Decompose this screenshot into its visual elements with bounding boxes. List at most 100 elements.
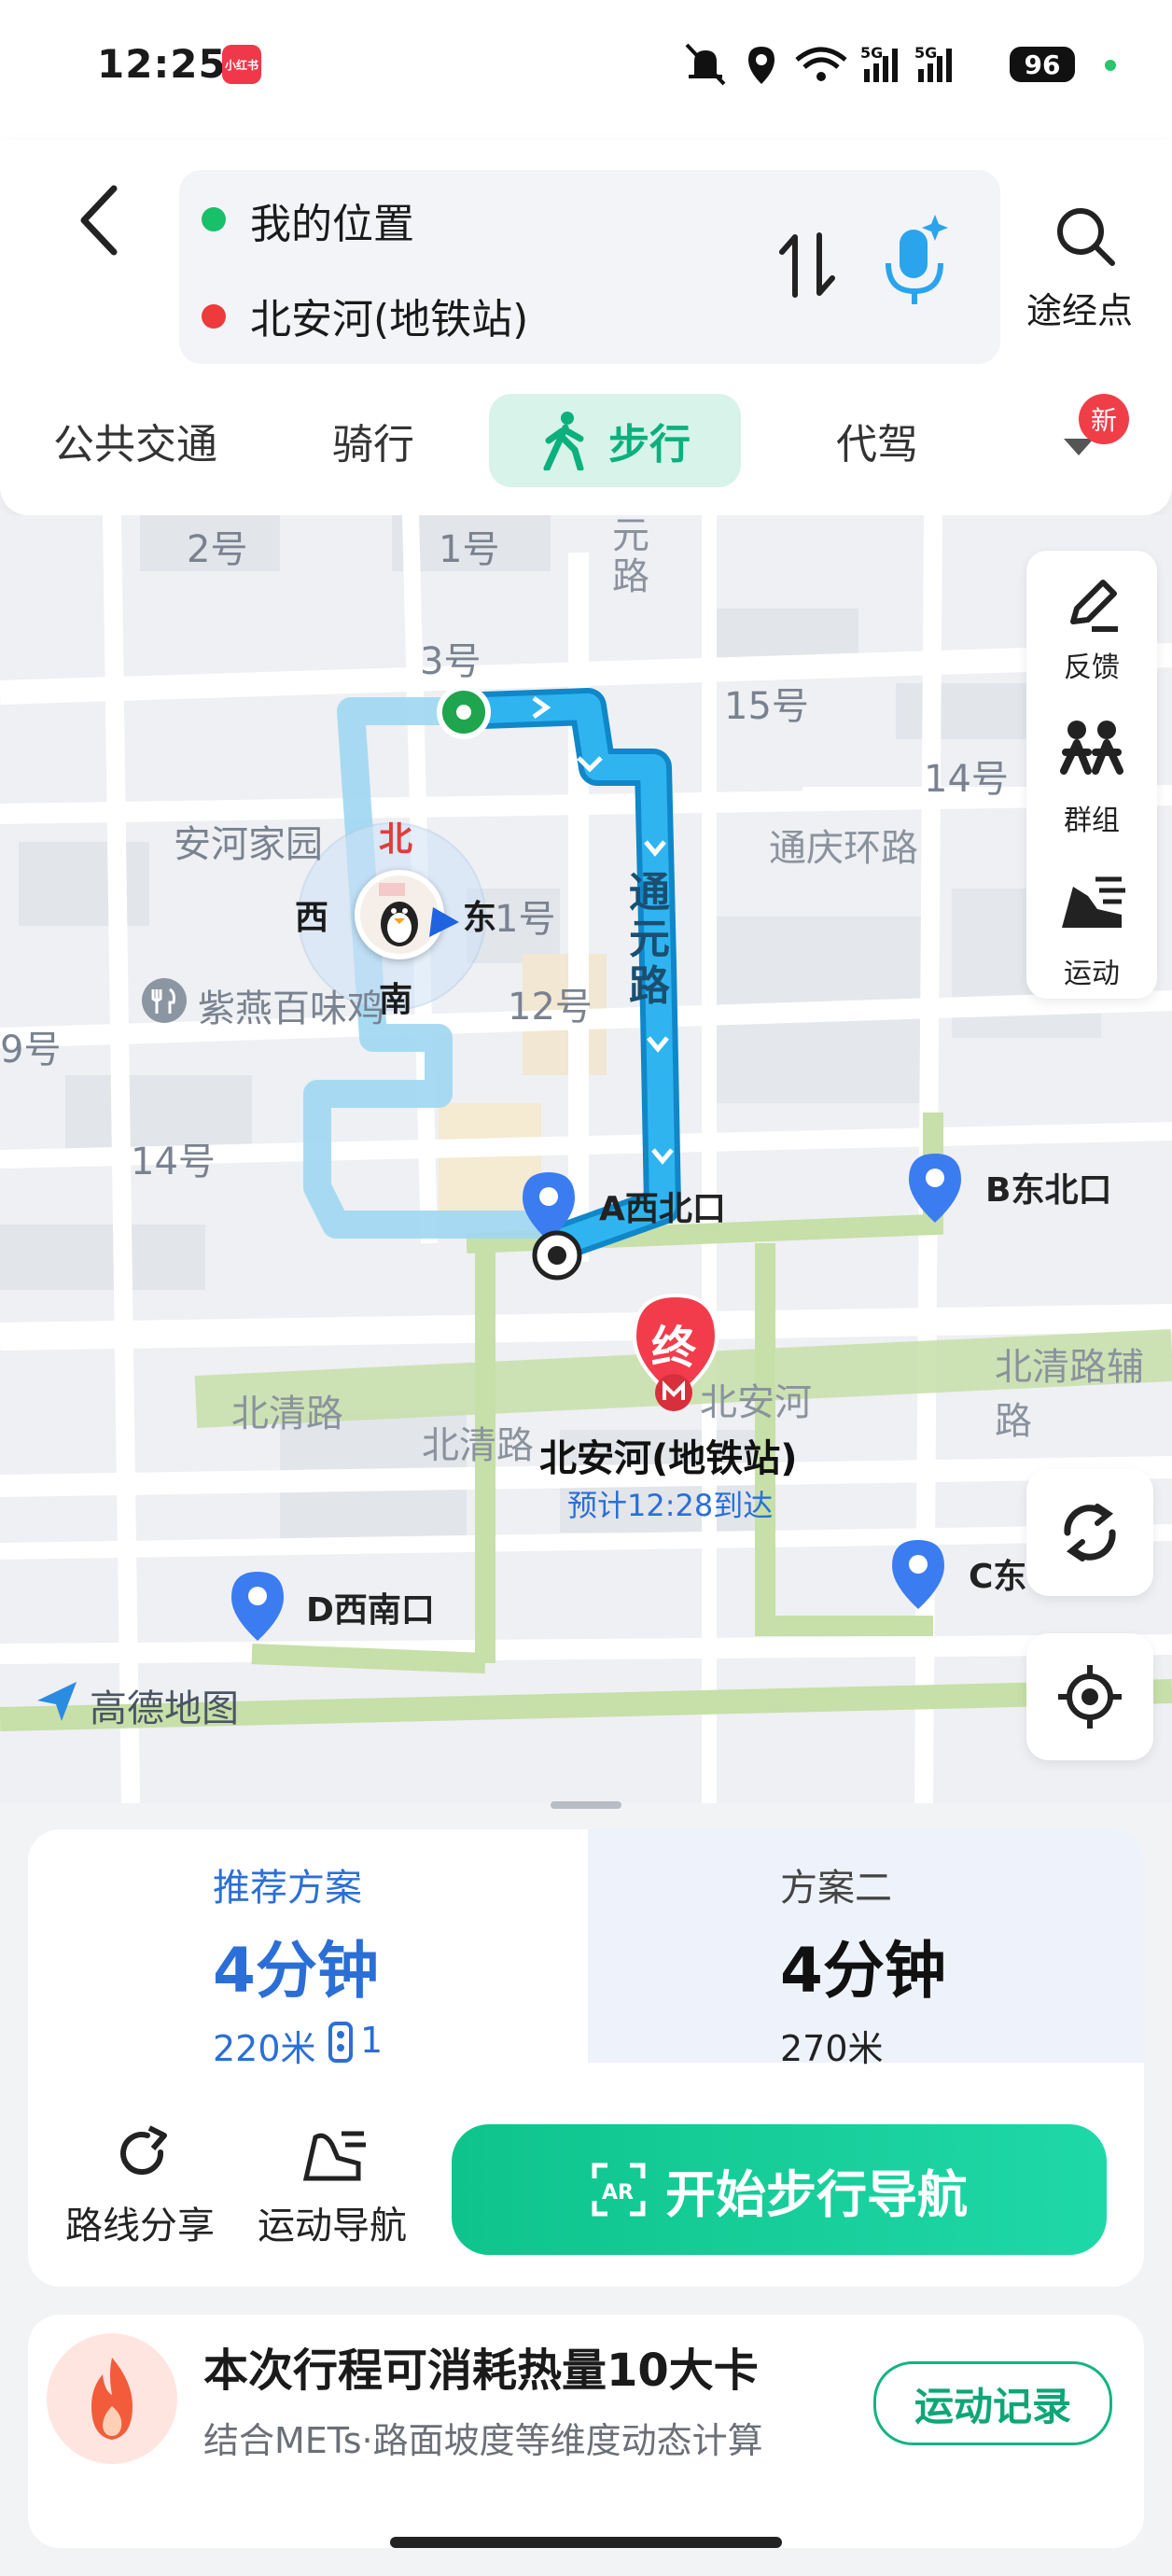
calorie-subtitle: 结合METs·路面坡度等维度动态计算 [203,2420,763,2461]
voice-mic-icon[interactable] [877,211,952,308]
group-icon[interactable] [1054,715,1129,790]
start-walking-nav-button[interactable]: AR 开始步行导航 [452,2124,1107,2255]
heading-arrow-icon [429,907,459,937]
building-label: 1号 [495,898,556,941]
plan-1-distance: 220米 [213,2028,316,2069]
plan-1-title: 推荐方案 [213,1867,362,1910]
compass-south: 南 [379,981,413,1019]
feedback-pencil-icon[interactable] [1060,573,1125,638]
travel-mode-tabs: 公共交通 骑行 步行 代驾 [0,394,1172,497]
compass-east: 东 [463,899,497,937]
home-indicator[interactable] [390,2537,782,2548]
wifi-icon [795,47,847,81]
end-marker-label: 终 [651,1322,697,1374]
exit-a-label[interactable]: A西北口 [599,1182,726,1230]
status-icons: 5G 5G [685,43,952,86]
plan-1-lights: 1 [360,2020,384,2061]
exit-d-label[interactable]: D西南口 [306,1583,435,1631]
fire-badge [47,2333,177,2464]
road-label: 通庆环路 [769,827,918,870]
share-route-button[interactable]: 路线分享 [65,2195,215,2249]
feedback-label[interactable]: 反馈 [1026,644,1157,685]
building-label: 15号 [724,685,809,728]
destination-dot [202,304,226,329]
tab-cycling[interactable]: 骑行 [280,394,467,487]
traffic-light-icon [328,2022,353,2063]
mute-bell-icon [685,43,726,86]
station-map-label: 北安河 [700,1381,812,1424]
end-walk-point-icon [532,1230,582,1281]
tab-label: 步行 [608,421,691,469]
locate-target-icon [1058,1665,1122,1729]
new-badge: 新 [1079,394,1129,444]
refresh-icon [1064,1504,1116,1561]
exit-b-pin-icon[interactable] [905,1150,965,1228]
status-time: 12:25 [97,41,227,87]
road-label: 北清路辅路 [995,1346,1144,1443]
eta-label: 预计12:28到达 [567,1488,774,1523]
building-label: 12号 [508,986,593,1029]
plan-2-time: 4分钟 [780,1935,946,2007]
map-side-toolbar: 反馈 群组 运动 [1026,551,1157,999]
sport-nav-button[interactable]: 运动导航 [258,2195,407,2249]
battery-indicator: 96 [1010,47,1075,82]
tab-label: 代驾 [836,421,918,469]
calorie-title: 本次行程可消耗热量10大卡 [203,2345,759,2397]
swap-icon[interactable] [778,230,838,301]
poi-label: 紫燕百味鸡 [198,987,384,1030]
svg-text:5G: 5G [860,44,883,62]
road-label: 北清路 [231,1393,343,1435]
building-label: 2号 [187,528,248,571]
building-label: 14号 [131,1141,216,1183]
plan-2-distance: 270米 [780,2028,884,2069]
tab-label: 骑行 [332,421,414,469]
waypoint-button[interactable]: 途经点 [1026,282,1133,333]
exit-c-label[interactable]: C东 [969,1549,1026,1598]
tab-public-transit[interactable]: 公共交通 [19,394,252,487]
map-view[interactable]: 2号 1号 3号 15号 14号 1号 12号 14号 9号 安河家园 紫燕百味… [0,515,1172,1803]
sport-nav-icon[interactable] [300,2124,368,2186]
locate-me-button[interactable] [1026,1633,1153,1760]
restaurant-icon [142,978,187,1023]
signal-5g-icon-2: 5G [914,44,952,82]
compass-north: 北 [379,820,413,859]
plan-1-time: 4分钟 [213,1935,379,2007]
plan-2-title: 方案二 [780,1867,892,1910]
svg-text:5G: 5G [914,44,937,62]
location-icon [748,47,774,84]
refresh-route-button[interactable] [1026,1469,1153,1596]
metro-icon [655,1374,692,1411]
fire-icon [91,2358,133,2440]
svg-text:AR: AR [602,2181,634,2205]
ar-icon: AR [592,2163,646,2217]
tab-walking[interactable]: 步行 [489,394,741,487]
sport-shoe-icon[interactable] [1054,868,1129,943]
sport-label[interactable]: 运动 [1026,950,1157,991]
back-icon[interactable] [71,183,127,258]
share-route-icon[interactable] [114,2124,175,2186]
origin-field[interactable]: 我的位置 [250,190,414,250]
notification-app-icon: 小红书 [222,45,261,84]
exit-b-label[interactable]: B东北口 [985,1163,1111,1211]
exit-c-pin-icon[interactable] [888,1536,948,1615]
road-label: 北清路 [422,1424,534,1467]
walking-icon [543,412,584,470]
group-label[interactable]: 群组 [1026,797,1157,838]
sheet-drag-handle[interactable] [551,1801,621,1809]
poi-label: 安河家园 [174,823,323,866]
road-label: 通元路 [629,869,670,1010]
building-label: 9号 [0,1029,62,1071]
tab-label: 公共交通 [53,421,217,469]
search-waypoint-icon[interactable] [1053,203,1118,269]
privacy-dot [1105,60,1116,71]
destination-name: 北安河(地铁站) [539,1437,798,1480]
tab-chauffeur[interactable]: 代驾 [784,394,970,487]
building-label: 1号 [439,528,500,571]
origin-dot [202,207,226,231]
destination-field[interactable]: 北安河(地铁站) [250,286,528,345]
map-watermark: 高德地图 [90,1687,239,1730]
start-nav-label: 开始步行导航 [665,2164,968,2224]
sport-record-button[interactable]: 运动记录 [873,2361,1112,2445]
exit-d-pin-icon[interactable] [228,1568,287,1646]
compass-west: 西 [295,899,329,937]
